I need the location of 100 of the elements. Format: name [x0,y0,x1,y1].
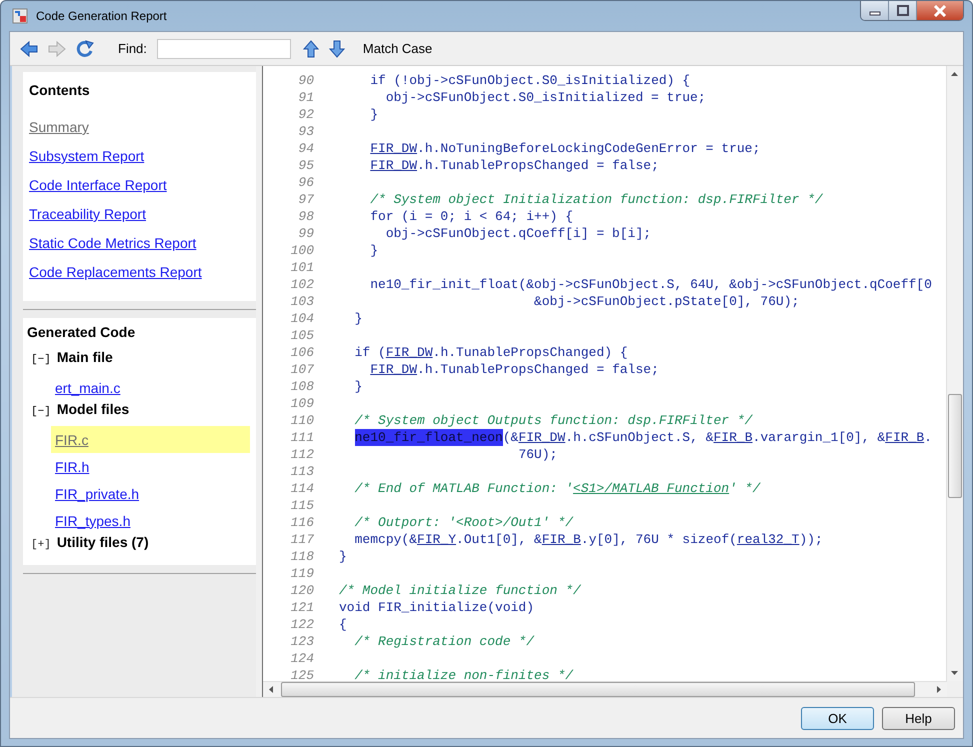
report-link[interactable]: Summary [29,119,89,148]
highlighted-code: ne10_fir_float_neon [354,429,503,446]
collapse-toggle[interactable]: [−] [31,354,51,366]
line-number: 93 [297,123,314,140]
line-number: 108 [290,378,314,395]
code-text: .Out1[0], & [456,531,542,548]
code-text: (& [502,429,518,446]
refresh-icon[interactable] [76,40,94,58]
line-number: 104 [290,310,314,327]
line-number: 103 [290,293,314,310]
find-label: Find: [118,41,147,56]
code-link[interactable]: FIR_Y [417,531,456,548]
contents-heading: Contents [29,82,91,98]
dialog-button[interactable]: Help [882,706,955,730]
line-number: 122 [290,616,314,633]
code-link[interactable]: FIR_DW [518,429,566,446]
close-button[interactable] [917,1,963,20]
line-number: 118 [290,548,314,565]
maximize-icon [896,4,910,16]
app-icon [12,8,28,24]
report-link[interactable]: Traceability Report [29,206,146,235]
section-heading: Model files [56,401,130,417]
line-number: 112 [290,446,314,463]
code-text: } [354,378,362,395]
code-comment: ' */ [729,480,760,497]
code-link[interactable]: real32_T [736,531,800,548]
line-number: 120 [290,582,314,599]
code-text: . [924,429,932,446]
file-link[interactable]: FIR.c [55,432,88,448]
code-text: } [370,242,378,259]
report-link[interactable]: Subsystem Report [29,148,144,177]
line-number: 116 [290,514,314,531]
code-text: .h.cSFunObject.S, & [565,429,714,446]
code-text: } [354,310,362,327]
collapse-toggle[interactable]: [−] [31,406,51,418]
code-text: obj->cSFunObject.qCoeff[i] = b[i]; [386,225,652,242]
down-arrow-icon[interactable] [328,40,345,58]
code-link[interactable]: FIR_B [542,531,581,548]
line-number: 113 [290,463,314,480]
report-link[interactable]: Code Interface Report [29,177,167,206]
file-link[interactable]: FIR.h [55,458,90,474]
code-link[interactable]: FIR_DW [370,361,418,378]
code-text: 76U); [518,446,558,463]
code-link[interactable]: FIR_B [714,429,753,446]
vertical-scrollbar[interactable] [946,66,963,681]
line-number: 125 [290,667,314,681]
report-link[interactable]: Static Code Metrics Report [29,235,196,264]
file-link[interactable]: ert_main.c [55,380,120,396]
line-number: 107 [290,361,314,378]
code-text: )); [799,531,823,548]
report-link[interactable]: Code Replacements Report [29,264,202,293]
match-case-option[interactable]: Match Case [362,41,432,56]
scroll-thumb[interactable] [948,394,962,498]
section-heading: Main file [56,349,113,365]
code-link[interactable]: FIR_DW [386,344,433,361]
code-text: &obj->cSFunObject.pState[0], 76U); [534,293,800,310]
back-arrow-icon[interactable] [20,40,38,58]
minimize-button[interactable] [861,1,889,20]
line-number: 102 [290,276,314,293]
line-number: 99 [297,225,314,242]
line-number: 101 [290,259,314,276]
code-text: .varargin_1[0], & [752,429,886,446]
code-text: ne10_fir_init_float(&obj->cSFunObject.S, 64U, &obj->cSFunObject.qCoeff[0 [370,276,932,293]
line-number: 91 [297,89,314,106]
code-text: for (i = 0; i < 64; i++) { [370,208,574,225]
code-link[interactable]: FIR_B [885,429,924,446]
line-number: 123 [290,633,314,650]
code-text: .h.NoTuningBeforeLockingCodeGenError = true; [417,140,760,157]
code-text: if ( [354,344,386,361]
code-text: memcpy(& [354,531,418,548]
file-link[interactable]: FIR_types.h [55,512,130,528]
section-heading: Utility files (7) [56,534,149,550]
close-icon [932,4,948,16]
dialog-button[interactable]: OK [801,706,874,730]
code-link[interactable]: FIR_DW [370,140,418,157]
line-number: 90 [297,72,314,89]
line-number: 119 [290,565,314,582]
code-text: } [370,106,378,123]
find-field[interactable] [156,38,291,58]
code-comment: /* Model initialize function */ [339,582,581,599]
generated-code-heading: Generated Code [27,324,136,340]
comment-link[interactable]: <S1>/MATLAB Function [573,480,730,497]
code-link[interactable]: FIR_DW [370,157,418,174]
line-number: 105 [290,327,314,344]
line-number: 111 [290,429,314,446]
maximize-button[interactable] [889,1,917,20]
code-comment: /* End of MATLAB Function: ' [354,480,574,497]
code-text: .h.TunablePropsChanged = false; [417,157,659,174]
code-comment: /* initialize non-finites */ [354,667,574,681]
code-comment: /* System object Initialization function: dsp.FIRFilter */ [370,191,823,208]
up-arrow-icon[interactable] [302,40,319,58]
file-link[interactable]: FIR_private.h [55,486,140,502]
code-text: .h.TunablePropsChanged) { [432,344,628,361]
line-number: 124 [290,650,314,667]
line-number: 121 [290,599,314,616]
line-number: 115 [290,497,314,514]
line-number: 114 [290,480,314,497]
expand-toggle[interactable]: [+] [31,539,51,551]
line-number: 97 [297,191,314,208]
line-number: 95 [297,157,314,174]
